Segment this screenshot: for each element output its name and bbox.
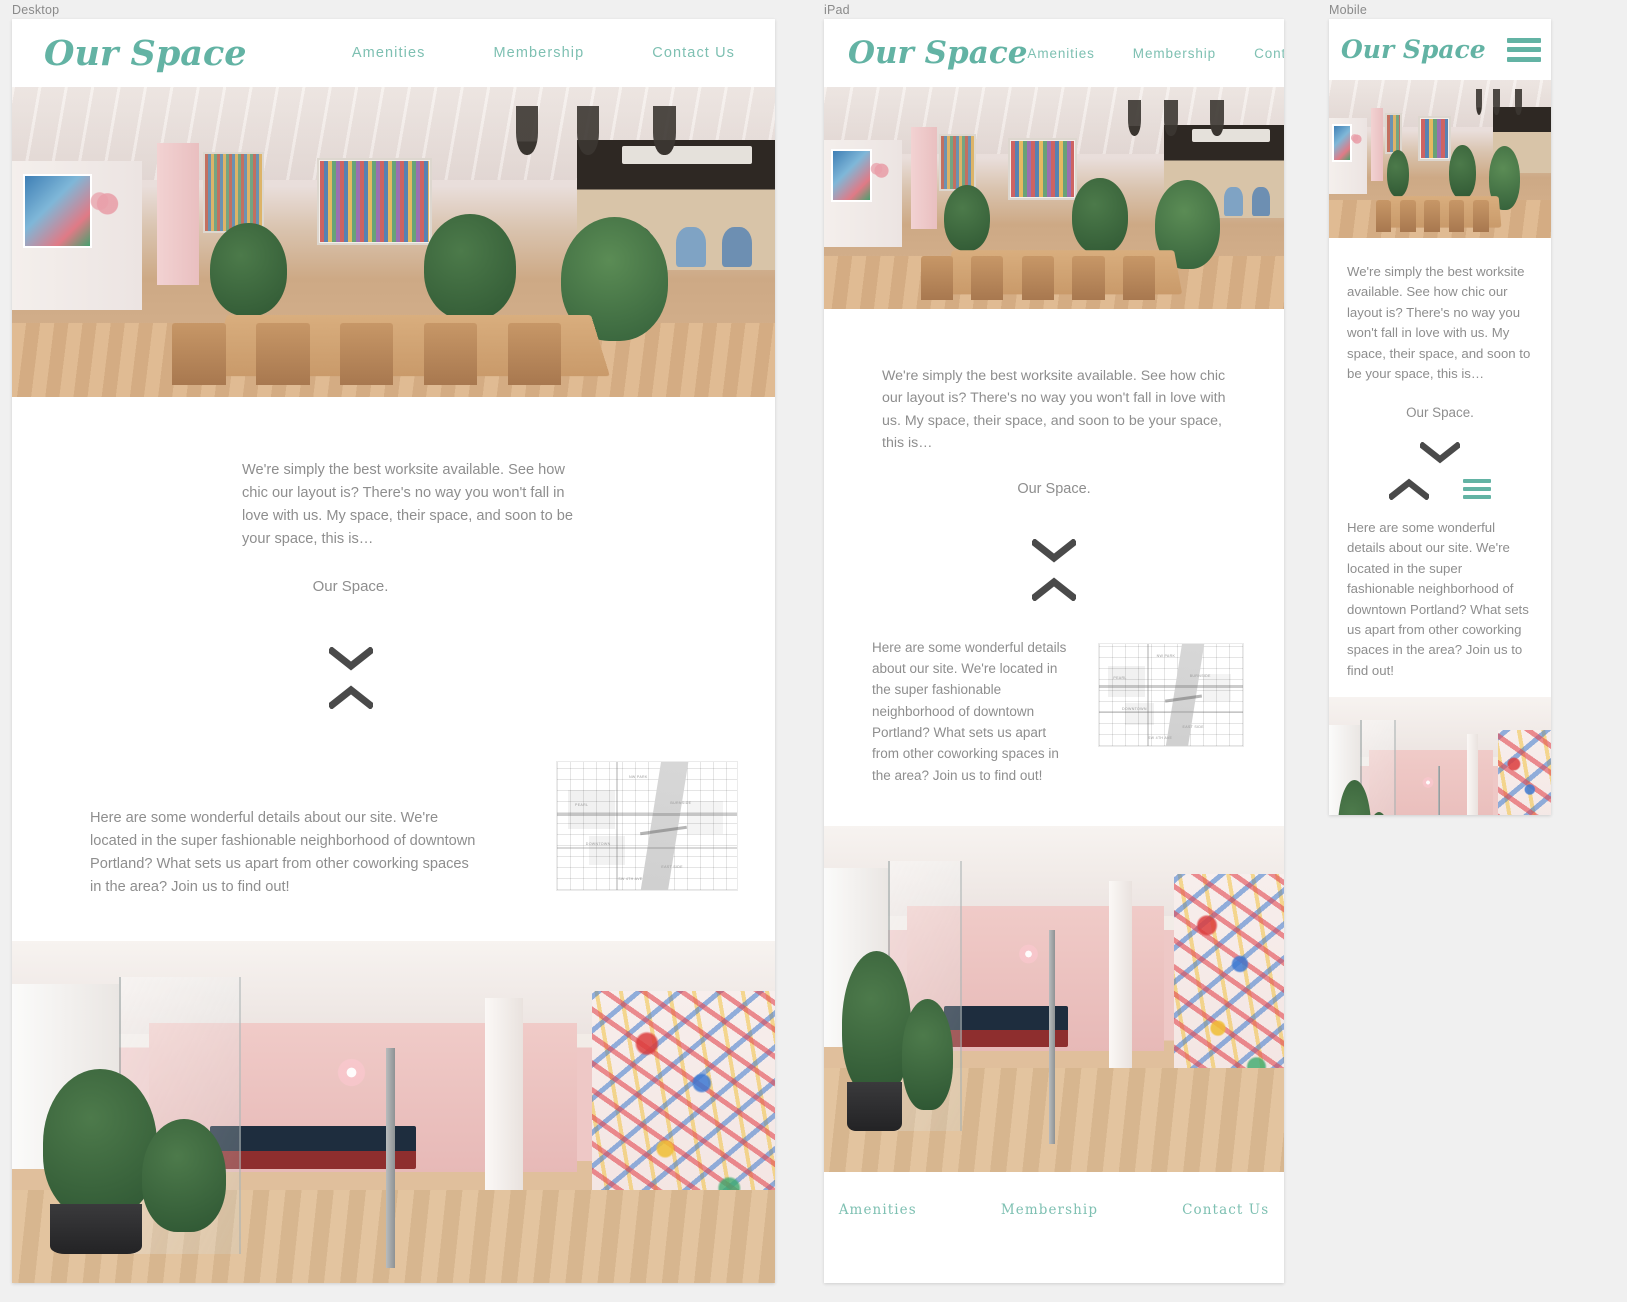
desktop-details-section: Here are some wonderful details about ou…: [12, 709, 775, 942]
brand-logo[interactable]: Our Space: [44, 36, 247, 71]
mobile-viewport-frame: Our Space We're simply the best worksite…: [1329, 19, 1551, 815]
map-label: PEARL: [575, 803, 589, 808]
scroll-chevron-group: [1347, 441, 1533, 464]
details-paragraph: Here are some wonderful details about ou…: [872, 639, 1067, 783]
mobile-site-header: Our Space: [1329, 19, 1551, 80]
viewport-label-mobile: Mobile: [1329, 3, 1368, 17]
ipad-site-footer: Amenities Membership Contact Us: [824, 1172, 1284, 1249]
map-label: NW PARK: [1156, 653, 1176, 658]
map-label: SW 4TH AVE: [618, 877, 643, 882]
footer-link-contact-us[interactable]: Contact Us: [1182, 1202, 1269, 1218]
coworking-loft-image: [824, 87, 1284, 309]
map-label: EAST SIDE: [661, 864, 683, 869]
mobile-chevron-menu-row: [1347, 478, 1533, 500]
map-label: BURNSIDE: [1189, 674, 1211, 679]
pink-lounge-image: [12, 941, 775, 1283]
coworking-loft-image: [1329, 80, 1551, 238]
ipad-site-header: Our Space Amenities Membership Contact U…: [824, 19, 1284, 87]
footer-link-amenities[interactable]: Amenities: [839, 1202, 917, 1218]
chevron-up-icon[interactable]: [1389, 478, 1429, 500]
pink-lounge-image: [1329, 697, 1551, 815]
intro-paragraph: We're simply the best worksite available…: [1347, 264, 1531, 382]
hero-photo: [1329, 80, 1551, 238]
scroll-chevron-group: [12, 647, 775, 710]
location-map-image[interactable]: NW PARK PEARL BURNSIDE DOWNTOWN EAST SID…: [556, 761, 738, 892]
scroll-chevron-group: [824, 538, 1284, 601]
location-map-image[interactable]: NW PARK PEARL BURNSIDE DOWNTOWN EAST SID…: [1098, 642, 1244, 747]
nav-link-membership[interactable]: Membership: [1133, 46, 1216, 61]
chevron-up-icon[interactable]: [328, 685, 373, 710]
nav-link-contact-us[interactable]: Contact Us: [652, 45, 735, 61]
map-label: DOWNTOWN: [585, 841, 611, 846]
hero-photo: [12, 87, 775, 397]
desktop-site-header: Our Space Amenities Membership Contact U…: [12, 19, 775, 87]
map-label: NW PARK: [629, 774, 648, 779]
details-paragraph: Here are some wonderful details about ou…: [90, 810, 476, 896]
chevron-up-icon[interactable]: [1032, 577, 1076, 601]
ipad-viewport-frame: Our Space Amenities Membership Contact U…: [824, 19, 1284, 1283]
details-paragraph: Here are some wonderful details about ou…: [1347, 519, 1529, 678]
hero-photo: [824, 87, 1284, 309]
bottom-photo: [1329, 697, 1551, 815]
chevron-down-icon[interactable]: [328, 647, 373, 671]
brand-logo[interactable]: Our Space: [1341, 37, 1486, 62]
map-label: DOWNTOWN: [1122, 706, 1147, 711]
mobile-intro-section: We're simply the best worksite available…: [1329, 238, 1551, 500]
bottom-photo: [824, 826, 1284, 1173]
intro-paragraph: We're simply the best worksite available…: [882, 368, 1226, 452]
pink-lounge-image: [824, 826, 1284, 1173]
brand-logo[interactable]: Our Space: [848, 37, 1027, 69]
nav-link-contact-us[interactable]: Contact Us: [1254, 46, 1284, 61]
hamburger-icon[interactable]: [1463, 478, 1491, 499]
map-label: EAST SIDE: [1182, 725, 1204, 730]
viewport-label-ipad: iPad: [824, 3, 850, 17]
ipad-details-section: Here are some wonderful details about ou…: [824, 600, 1284, 827]
map-label: BURNSIDE: [670, 800, 692, 805]
nav-link-amenities[interactable]: Amenities: [352, 45, 426, 61]
nav-link-amenities[interactable]: Amenities: [1027, 46, 1094, 61]
viewport-label-desktop: Desktop: [12, 3, 60, 17]
bottom-photo: [12, 941, 775, 1283]
intro-tagline: Our Space.: [312, 578, 389, 596]
desktop-primary-nav: Amenities Membership Contact Us: [352, 45, 739, 61]
nav-link-membership[interactable]: Membership: [493, 45, 584, 61]
desktop-viewport-frame: Our Space Amenities Membership Contact U…: [12, 19, 775, 1283]
coworking-loft-image: [12, 87, 775, 397]
chevron-down-icon[interactable]: [1032, 538, 1076, 563]
ipad-intro-section: We're simply the best worksite available…: [824, 309, 1284, 601]
map-label: PEARL: [1113, 676, 1127, 681]
footer-link-membership[interactable]: Membership: [1001, 1202, 1098, 1218]
map-label: SW 4TH AVE: [1147, 735, 1173, 740]
ipad-primary-nav: Amenities Membership Contact Us: [1027, 46, 1284, 61]
chevron-down-icon[interactable]: [1420, 441, 1460, 464]
hamburger-icon[interactable]: [1507, 37, 1541, 62]
desktop-intro-section: We're simply the best worksite available…: [12, 397, 775, 710]
intro-paragraph: We're simply the best worksite available…: [242, 462, 573, 548]
intro-tagline: Our Space.: [1406, 404, 1474, 420]
intro-tagline: Our Space.: [1017, 480, 1091, 497]
